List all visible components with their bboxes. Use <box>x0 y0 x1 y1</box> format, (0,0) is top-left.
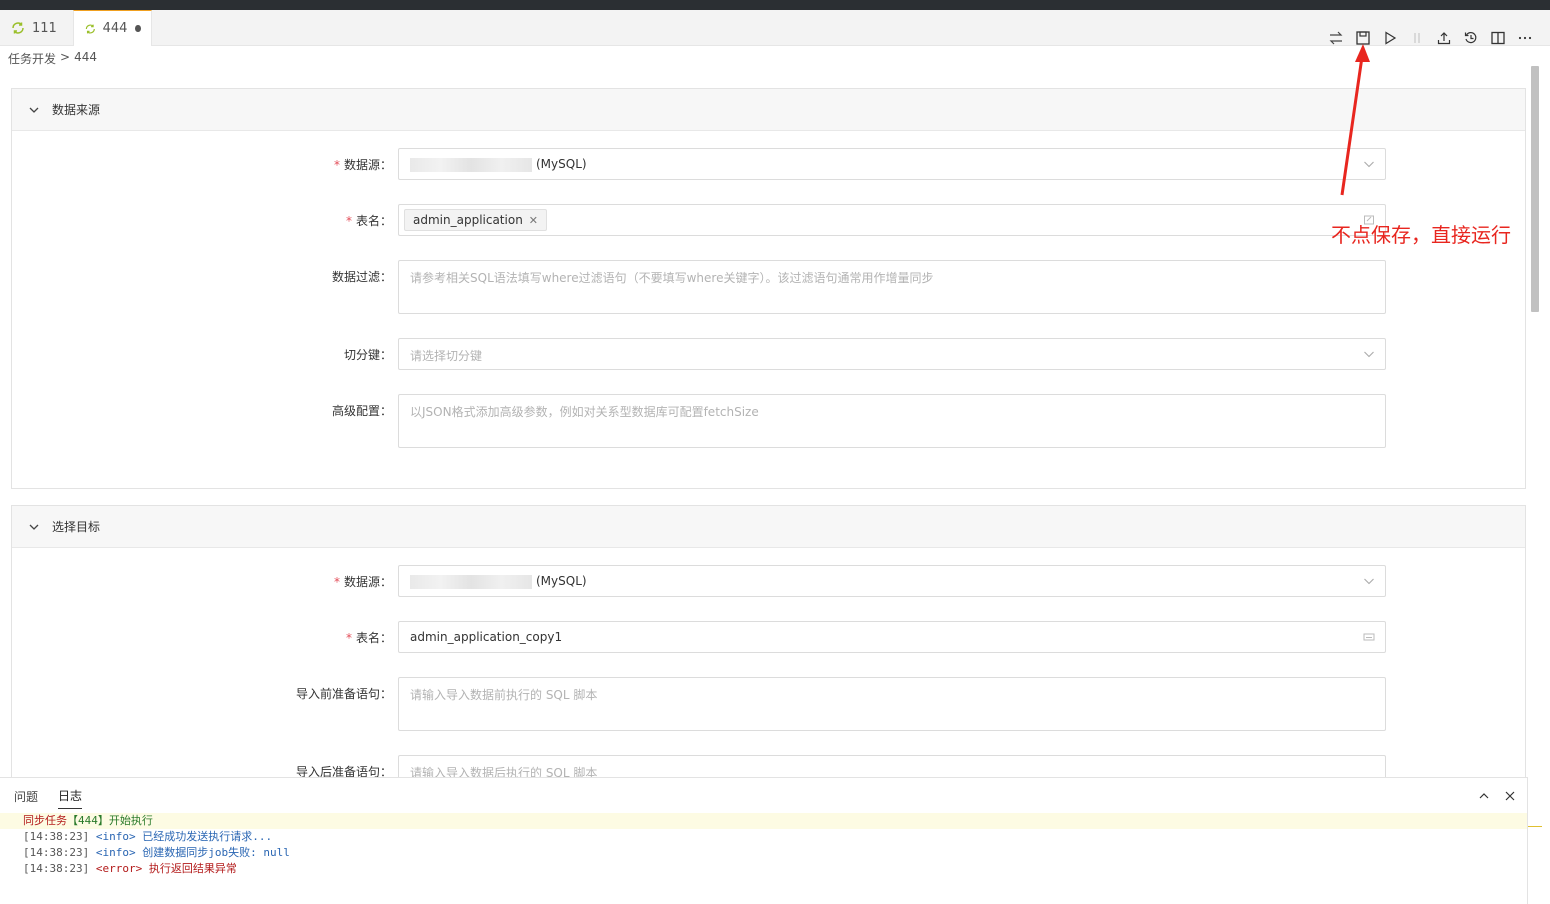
split-view-button[interactable] <box>1485 25 1511 51</box>
annotation-text: 不点保存，直接运行 <box>1331 223 1511 247</box>
log-time: [14:38:23] <box>23 846 90 859</box>
log-time: [14:38:23] <box>23 862 90 875</box>
log-prefix: 同步任务 <box>23 814 67 827</box>
publish-button[interactable] <box>1431 25 1457 51</box>
bottom-panel-actions <box>1471 788 1523 804</box>
log-line: 同步任务【444】开始执行 <box>0 813 1527 829</box>
redacted-name <box>410 157 532 172</box>
source-filter-textarea[interactable]: 请参考相关SQL语法填写where过滤语句（不要填写where关键字）。该过滤语… <box>398 260 1386 314</box>
advanced-placeholder: 以JSON格式添加高级参数，例如对关系型数据库可配置fetchSize <box>410 405 759 419</box>
log-highlight-edge <box>1528 826 1542 827</box>
tab-111[interactable]: 111 <box>0 10 72 46</box>
source-advanced-label: 高级配置： <box>331 404 392 418</box>
target-table-select[interactable]: admin_application_copy1 <box>398 621 1386 653</box>
source-filter-label: 数据过滤： <box>331 270 392 284</box>
chevron-down-icon <box>29 524 39 530</box>
log-message: 执行返回结果异常 <box>148 862 237 875</box>
bottom-panel: 问题 日志 同步任务【444】开始执行 [14:38:23] <info> 已经… <box>0 777 1528 904</box>
log-level: <info> <box>95 846 136 859</box>
run-button[interactable] <box>1377 25 1403 51</box>
pause-icon <box>1414 33 1420 43</box>
split-key-select[interactable]: 请选择切分键 <box>398 338 1386 370</box>
sync-icon <box>85 24 95 33</box>
log-time: [14:38:23] <box>23 830 90 843</box>
datasource-type: (MySQL) <box>536 574 587 588</box>
tab-label: 444 <box>102 21 128 36</box>
pause-button[interactable] <box>1404 25 1430 51</box>
target-panel-title: 选择目标 <box>52 520 101 534</box>
unsaved-dot-icon[interactable] <box>135 25 141 32</box>
log-task: 【444】 <box>67 814 109 827</box>
advanced-config-textarea[interactable]: 以JSON格式添加高级参数，例如对关系型数据库可配置fetchSize <box>398 394 1386 448</box>
chevron-down-icon <box>1364 351 1374 358</box>
source-panel-title: 数据来源 <box>52 103 101 117</box>
log-message: 开始执行 <box>108 814 153 827</box>
chevron-up-icon <box>1479 793 1489 799</box>
target-table-label: * 表名： <box>345 631 392 645</box>
history-button[interactable] <box>1458 25 1484 51</box>
window-top-strip <box>0 0 1550 10</box>
chevron-down-icon <box>1364 578 1374 585</box>
log-message: 创建数据同步job失败: null <box>142 846 290 859</box>
bottom-tabs: 问题 日志 <box>0 778 102 814</box>
target-table-value: admin_application_copy1 <box>410 630 563 644</box>
close-panel-button[interactable] <box>1497 788 1523 804</box>
close-icon[interactable]: ✕ <box>529 214 538 227</box>
source-panel-header[interactable]: 数据来源 <box>12 89 1525 131</box>
log-level: <info> <box>95 830 136 843</box>
chevron-down-icon <box>29 107 39 113</box>
target-datasource-select[interactable]: (MySQL) <box>398 565 1386 597</box>
breadcrumb-separator: > <box>60 50 71 64</box>
source-table-select[interactable]: admin_application ✕ <box>398 204 1386 236</box>
datasource-type: (MySQL) <box>536 157 587 171</box>
annotation-arrow-icon <box>1340 44 1370 196</box>
target-panel-header[interactable]: 选择目标 <box>12 506 1525 548</box>
target-panel: 选择目标 * 数据源： (MySQL) * 表名： admin_applicatio… <box>11 505 1526 809</box>
breadcrumb-current: 444 <box>74 50 97 64</box>
filter-placeholder: 请参考相关SQL语法填写where过滤语句（不要填写where关键字）。该过滤语… <box>410 271 934 285</box>
pre-sql-placeholder: 请输入导入数据前执行的 SQL 脚本 <box>410 688 598 702</box>
split-view-icon <box>1491 31 1505 45</box>
table-tag: admin_application ✕ <box>404 209 548 231</box>
breadcrumb-root[interactable]: 任务开发 <box>8 50 56 67</box>
keyboard-icon[interactable] <box>1363 631 1375 643</box>
pre-sql-label: 导入前准备语句： <box>295 687 392 701</box>
log-line: [14:38:23] <error> 执行返回结果异常 <box>0 861 1527 877</box>
upload-icon <box>1437 32 1451 45</box>
breadcrumb: 任务开发 > 444 <box>8 50 97 67</box>
vertical-scrollbar-thumb[interactable] <box>1531 66 1539 312</box>
tab-problems[interactable]: 问题 <box>14 784 38 809</box>
log-line: [14:38:23] <info> 创建数据同步job失败: null <box>0 845 1527 861</box>
redacted-name <box>410 574 532 589</box>
pre-sql-textarea[interactable]: 请输入导入数据前执行的 SQL 脚本 <box>398 677 1386 731</box>
run-icon <box>1385 31 1397 45</box>
more-button[interactable] <box>1512 25 1538 51</box>
close-icon <box>1505 791 1515 801</box>
history-icon <box>1464 31 1477 44</box>
maximize-panel-button[interactable] <box>1471 788 1497 804</box>
source-split-label: 切分键： <box>343 348 392 362</box>
tab-444[interactable]: 444 <box>73 10 152 46</box>
tab-label: 111 <box>32 20 57 36</box>
editor-tab-bar: 111 444 <box>0 10 1550 46</box>
source-table-label: * 表名： <box>345 214 392 228</box>
log-level: <error> <box>95 862 143 875</box>
target-datasource-label: * 数据源： <box>333 575 392 589</box>
tab-log[interactable]: 日志 <box>58 783 83 809</box>
table-tag-label: admin_application <box>413 213 523 227</box>
source-datasource-label: * 数据源： <box>333 158 392 172</box>
split-placeholder: 请选择切分键 <box>410 349 483 363</box>
source-panel: 数据来源 * 数据源： (MySQL) * 表名： admin_applicatio… <box>11 88 1526 489</box>
source-datasource-select[interactable]: (MySQL) <box>398 148 1386 180</box>
log-message: 已经成功发送执行请求... <box>142 830 273 843</box>
sync-icon <box>12 22 24 34</box>
log-line: [14:38:23] <info> 已经成功发送执行请求... <box>0 829 1527 845</box>
more-icon <box>1518 36 1532 40</box>
